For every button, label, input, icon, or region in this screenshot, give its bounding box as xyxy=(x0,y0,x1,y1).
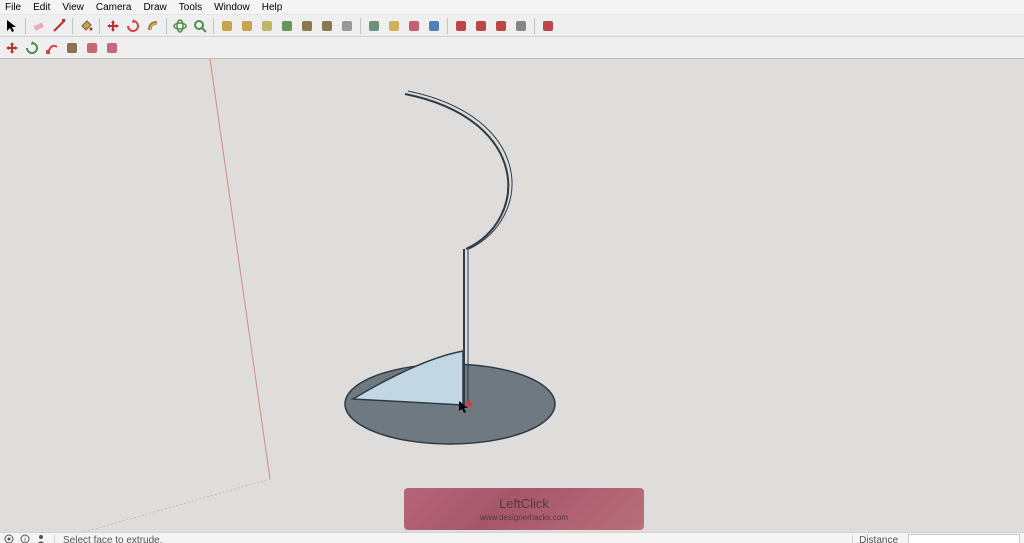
credits-icon[interactable]: i xyxy=(20,534,30,543)
solid-b-tool[interactable] xyxy=(385,17,403,35)
plugin-b-tool[interactable] xyxy=(472,17,490,35)
edge-tools-a-icon xyxy=(300,19,314,33)
select-icon xyxy=(5,19,19,33)
move-tool[interactable] xyxy=(104,17,122,35)
toolbar-separator xyxy=(360,18,361,34)
round-corner-d-tool[interactable] xyxy=(278,17,296,35)
edge-tools-a-tool[interactable] xyxy=(298,17,316,35)
plugin-c-icon xyxy=(494,19,508,33)
rotate-tool[interactable] xyxy=(124,17,142,35)
toolbar-separator xyxy=(213,18,214,34)
plugin-d-icon xyxy=(514,19,528,33)
plugin-e-tool[interactable] xyxy=(539,17,557,35)
paint-bucket-tool[interactable] xyxy=(77,17,95,35)
status-hint: Select face to extrude. xyxy=(54,535,852,543)
eraser-tool[interactable] xyxy=(30,17,48,35)
solid-b-icon xyxy=(387,19,401,33)
scene-canvas xyxy=(0,59,1024,532)
menu-help[interactable]: Help xyxy=(260,2,285,13)
orbit-tool[interactable] xyxy=(171,17,189,35)
solid-a-icon xyxy=(367,19,381,33)
artisan-b-icon xyxy=(427,19,441,33)
offset-tool[interactable] xyxy=(144,17,162,35)
platform-icon xyxy=(340,19,354,33)
paint-bucket-icon xyxy=(79,19,93,33)
toolbar-separator xyxy=(447,18,448,34)
zoom-extents-icon xyxy=(193,19,207,33)
edge-tools-b-tool[interactable] xyxy=(318,17,336,35)
solid-a-tool[interactable] xyxy=(365,17,383,35)
main-toolbar xyxy=(0,15,1024,37)
toolbar-separator xyxy=(72,18,73,34)
menu-view[interactable]: View xyxy=(60,2,86,13)
round-corner-a-tool[interactable] xyxy=(218,17,236,35)
follow-me-tool[interactable] xyxy=(43,39,61,57)
rotate-icon xyxy=(126,19,140,33)
round-corner-b-icon xyxy=(240,19,254,33)
move-ext-icon xyxy=(5,41,19,55)
offset-icon xyxy=(146,19,160,33)
geo-location-icon[interactable] xyxy=(4,534,14,543)
user-icon[interactable] xyxy=(36,534,46,543)
rotate-ext-icon xyxy=(25,41,39,55)
artisan-a-icon xyxy=(407,19,421,33)
followme-ext-tool[interactable] xyxy=(63,39,81,57)
line-tool[interactable] xyxy=(50,17,68,35)
select-tool[interactable] xyxy=(3,17,21,35)
line-icon xyxy=(52,19,66,33)
plugin-a-tool[interactable] xyxy=(452,17,470,35)
toolbar-separator xyxy=(99,18,100,34)
orbit-icon xyxy=(173,19,187,33)
rotate-ext-tool[interactable] xyxy=(23,39,41,57)
menu-file[interactable]: File xyxy=(3,2,23,13)
round-corner-a-icon xyxy=(220,19,234,33)
secondary-toolbar xyxy=(0,37,1024,59)
svg-text:i: i xyxy=(24,537,26,543)
round-corner-b-tool[interactable] xyxy=(238,17,256,35)
plugin-c-tool[interactable] xyxy=(492,17,510,35)
toolbar-separator xyxy=(25,18,26,34)
distance-input[interactable] xyxy=(908,534,1020,543)
plugin-b-icon xyxy=(474,19,488,33)
menu-tools[interactable]: Tools xyxy=(177,2,204,13)
menu-camera[interactable]: Camera xyxy=(94,2,134,13)
ext-b-tool[interactable] xyxy=(103,39,121,57)
zoom-extents-tool[interactable] xyxy=(191,17,209,35)
platform-tool[interactable] xyxy=(338,17,356,35)
followme-ext-icon xyxy=(65,41,79,55)
artisan-a-tool[interactable] xyxy=(405,17,423,35)
eraser-icon xyxy=(32,19,46,33)
plugin-a-icon xyxy=(454,19,468,33)
edge-tools-b-icon xyxy=(320,19,334,33)
watermark-subtitle: www.designerhacks.com xyxy=(480,513,568,522)
menu-bar: File Edit View Camera Draw Tools Window … xyxy=(0,0,1024,15)
menu-window[interactable]: Window xyxy=(212,2,252,13)
round-corner-c-icon xyxy=(260,19,274,33)
move-icon xyxy=(106,19,120,33)
toolbar-separator xyxy=(166,18,167,34)
artisan-b-tool[interactable] xyxy=(425,17,443,35)
ext-a-icon xyxy=(85,41,99,55)
viewport[interactable]: LeftClick www.designerhacks.com xyxy=(0,59,1024,532)
status-bar: i Select face to extrude. Distance xyxy=(0,532,1024,543)
round-corner-d-icon xyxy=(280,19,294,33)
move-ext-tool[interactable] xyxy=(3,39,21,57)
plugin-d-tool[interactable] xyxy=(512,17,530,35)
distance-label: Distance xyxy=(852,535,904,543)
watermark-title: LeftClick xyxy=(499,496,549,511)
ext-a-tool[interactable] xyxy=(83,39,101,57)
menu-edit[interactable]: Edit xyxy=(31,2,52,13)
plugin-e-icon xyxy=(541,19,555,33)
watermark-banner: LeftClick www.designerhacks.com xyxy=(404,488,644,530)
toolbar-separator xyxy=(534,18,535,34)
menu-draw[interactable]: Draw xyxy=(141,2,168,13)
follow-me-icon xyxy=(45,41,59,55)
round-corner-c-tool[interactable] xyxy=(258,17,276,35)
ext-b-icon xyxy=(105,41,119,55)
